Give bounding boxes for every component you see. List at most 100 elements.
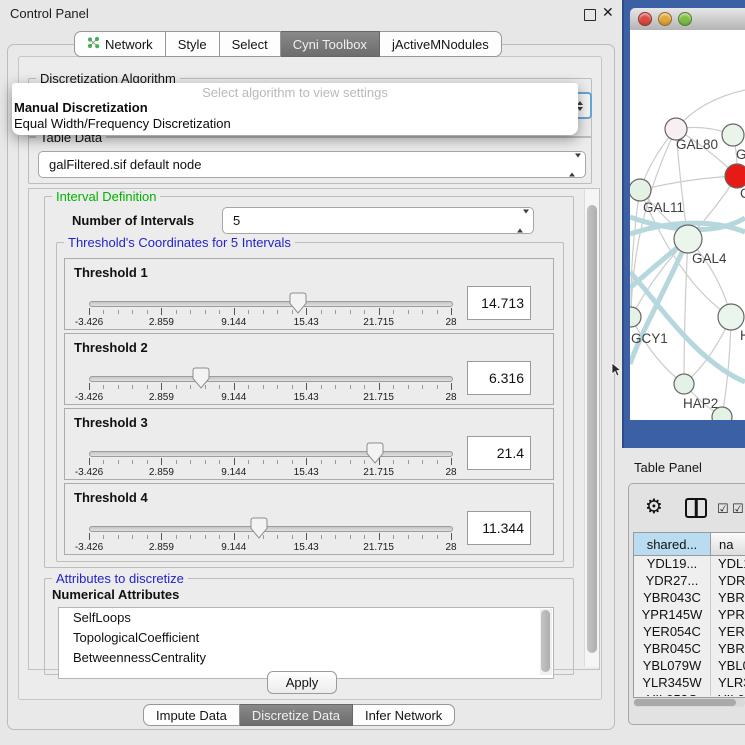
slider-tick	[408, 310, 409, 314]
slider-tick	[190, 385, 191, 389]
slider-tick	[205, 460, 206, 464]
table-cell: YDL19...	[634, 556, 711, 573]
tab-style[interactable]: Style	[166, 31, 220, 57]
slider-tick	[408, 385, 409, 389]
number-of-intervals-combobox[interactable]: 5	[222, 207, 534, 234]
algorithm-option-equal-width-frequency-discretization[interactable]: Equal Width/Frequency Discretization	[12, 116, 578, 132]
network-canvas[interactable]: GAL80GACGAL11GAL4GCY1HHAP2	[630, 30, 745, 420]
table-row[interactable]: YDR27...YDR2	[634, 573, 745, 590]
table-row[interactable]: YBR045CYBR0	[634, 641, 745, 658]
slider-tick	[379, 383, 380, 390]
table-row[interactable]: YPR145WYPR1	[634, 607, 745, 624]
attribute-item-topologicalcoefficient[interactable]: TopologicalCoefficient	[59, 628, 553, 648]
tab-cyni-toolbox[interactable]: Cyni Toolbox	[281, 31, 380, 57]
interval-definition-group-title: Interval Definition	[52, 189, 160, 204]
threshold-value-field[interactable]: 21.4	[467, 436, 531, 470]
slider-tick	[335, 310, 336, 314]
network-node-gal4[interactable]	[674, 225, 702, 253]
scrollbar-thumb[interactable]	[634, 699, 736, 706]
attribute-item-selfloops[interactable]: SelfLoops	[59, 608, 553, 628]
slider-track[interactable]	[89, 301, 453, 307]
table-cell: YLR3	[711, 675, 745, 692]
threshold-value-field[interactable]: 11.344	[467, 511, 531, 545]
network-node-hap2[interactable]	[674, 374, 694, 394]
threshold-label: Threshold 4	[74, 490, 148, 505]
network-node-gcy1[interactable]	[630, 307, 641, 327]
network-edge	[631, 190, 640, 317]
column-header-na[interactable]: na	[711, 533, 745, 555]
node-label-c: C	[740, 186, 745, 201]
threshold-value-field[interactable]: 6.316	[467, 361, 531, 395]
vertical-scrollbar[interactable]	[584, 189, 599, 667]
numerical-attributes-list[interactable]: SelfLoopsTopologicalCoefficientBetweenne…	[58, 607, 554, 679]
slider-thumb[interactable]	[366, 442, 384, 464]
tab-infer-network[interactable]: Infer Network	[353, 704, 455, 726]
slider-tick	[176, 310, 177, 314]
close-icon[interactable]: ✕	[602, 4, 614, 21]
slider-track[interactable]	[89, 376, 453, 382]
zoom-traffic-light-icon[interactable]	[678, 12, 692, 26]
network-window-titlebar[interactable]	[630, 8, 745, 31]
table-row[interactable]: YLR345WYLR3	[634, 675, 745, 692]
node-label-gcy1: GCY1	[631, 331, 668, 346]
scrollbar-thumb[interactable]	[587, 205, 597, 653]
node-label-h: H	[740, 328, 745, 343]
threshold-value-field[interactable]: 14.713	[467, 286, 531, 320]
algorithm-option-manual-discretization[interactable]: Manual Discretization	[12, 100, 578, 116]
tab-impute-data[interactable]: Impute Data	[143, 704, 240, 726]
slider-tick	[321, 310, 322, 314]
slider-tick-label: 2.859	[137, 542, 185, 553]
checkbox-icon[interactable]: ☑	[717, 501, 729, 517]
slider-tick	[205, 385, 206, 389]
slider-track[interactable]	[89, 526, 453, 532]
slider-tick	[437, 460, 438, 464]
gear-icon[interactable]: ⚙	[645, 494, 663, 519]
tab-jactivemnodules[interactable]: jActiveMNodules	[380, 31, 502, 57]
column-header-shared[interactable]: shared...	[634, 533, 711, 555]
slider-thumb[interactable]	[192, 367, 210, 389]
tab-select[interactable]: Select	[220, 31, 281, 57]
threshold-label: Threshold 2	[74, 340, 148, 355]
node-label-gal4: GAL4	[692, 251, 727, 266]
slider-tick	[118, 310, 119, 314]
network-node-red-node[interactable]	[725, 164, 745, 188]
slider-track[interactable]	[89, 451, 453, 457]
slider-tick	[89, 308, 90, 315]
slider-tick	[132, 310, 133, 314]
slider-tick	[205, 535, 206, 539]
list-scrollbar[interactable]	[540, 609, 552, 675]
slider-tick	[89, 458, 90, 465]
number-of-intervals-value: 5	[233, 208, 240, 233]
attribute-item-betweennesscentrality[interactable]: BetweennessCentrality	[59, 648, 553, 668]
scrollbar-thumb[interactable]	[541, 610, 550, 672]
close-traffic-light-icon[interactable]	[638, 12, 652, 26]
table-row[interactable]: YDL19...YDL1	[634, 556, 745, 573]
network-node-node[interactable]	[718, 304, 744, 330]
slider-tick-label: 21.715	[355, 542, 403, 553]
network-node-gal11[interactable]	[630, 179, 651, 201]
slider-tick	[277, 535, 278, 539]
tab-discretize-data[interactable]: Discretize Data	[240, 704, 353, 726]
table-cell: YBR0	[711, 590, 745, 607]
network-icon	[87, 36, 100, 52]
table-row[interactable]: YER054CYER0	[634, 624, 745, 641]
float-window-icon[interactable]	[584, 9, 596, 21]
split-column-icon[interactable]	[685, 498, 707, 518]
table-row[interactable]: YIL052CYIL0	[634, 692, 745, 696]
slider-tick	[132, 535, 133, 539]
thresholds-group-title: Threshold's Coordinates for 5 Intervals	[64, 235, 295, 250]
slider-tick	[263, 310, 264, 314]
slider-tick-label: 2.859	[137, 392, 185, 403]
table-data-combobox[interactable]: galFiltered.sif default node	[38, 151, 586, 178]
slider-thumb[interactable]	[250, 517, 268, 539]
network-node-node[interactable]	[722, 124, 744, 146]
tab-network[interactable]: Network	[74, 31, 166, 57]
apply-button[interactable]: Apply	[267, 671, 337, 694]
slider-tick	[103, 310, 104, 314]
checkbox-icon[interactable]: ☑	[732, 501, 744, 517]
tab-label: Impute Data	[156, 708, 227, 723]
table-row[interactable]: YBR043CYBR0	[634, 590, 745, 607]
minimize-traffic-light-icon[interactable]	[658, 12, 672, 26]
table-row[interactable]: YBL079WYBL0	[634, 658, 745, 675]
horizontal-scrollbar[interactable]	[633, 698, 745, 707]
